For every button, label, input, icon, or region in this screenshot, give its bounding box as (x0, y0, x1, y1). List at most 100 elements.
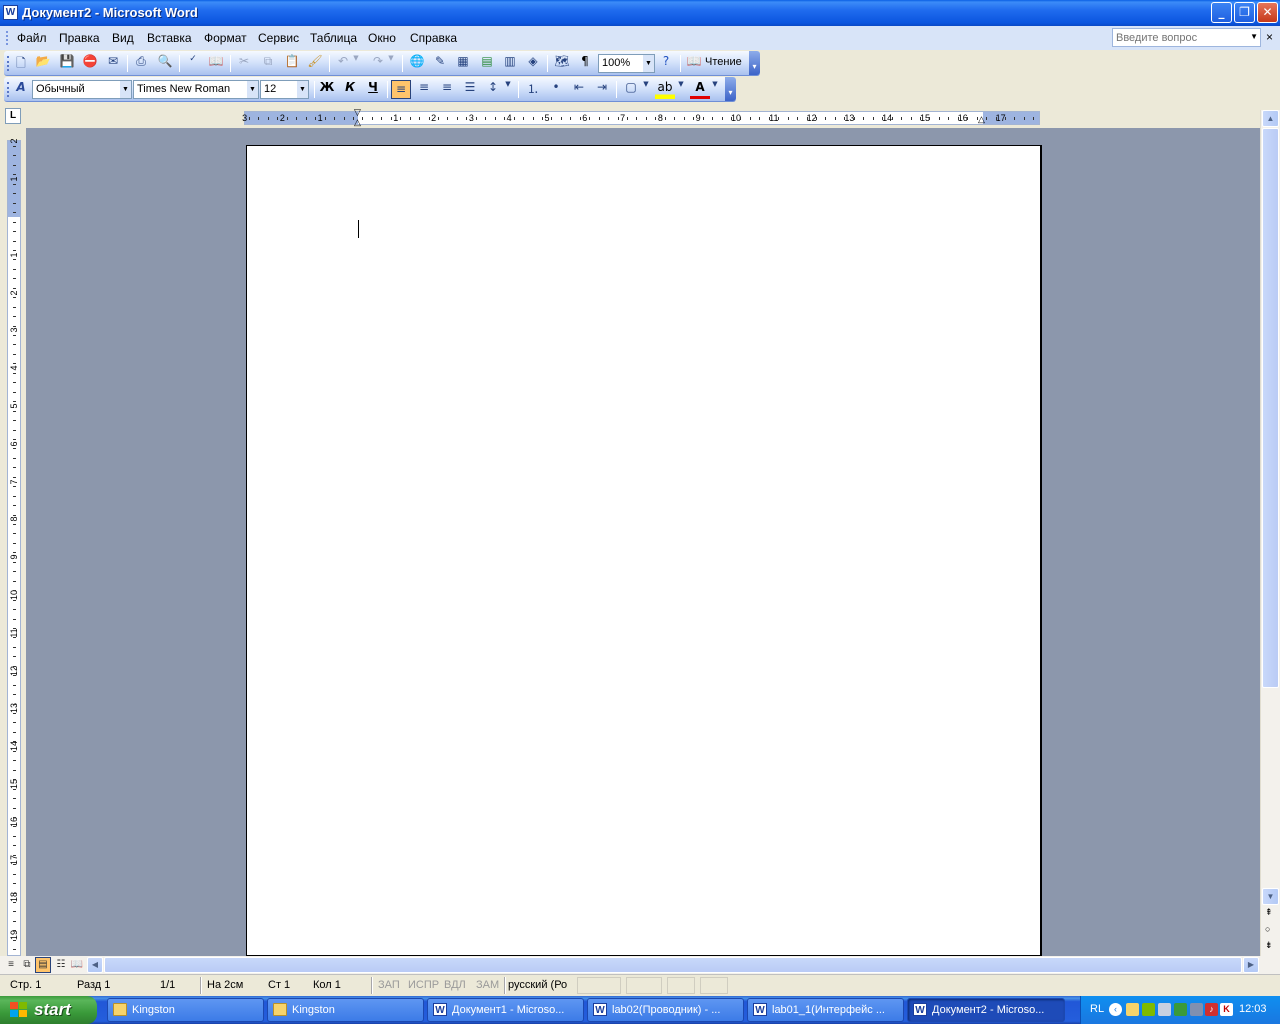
drawing-icon[interactable]: ◈ (523, 54, 543, 73)
help-question-box[interactable]: ▼ (1112, 28, 1261, 47)
taskbar-item-lab02[interactable]: W lab02(Проводник) - ... (587, 998, 744, 1022)
taskbar-item-kingston-2[interactable]: Kingston (267, 998, 424, 1022)
next-page-icon[interactable]: ⇟ (1265, 940, 1273, 951)
open-icon[interactable]: 📂 (33, 54, 53, 73)
language-indicator[interactable]: RL (1090, 1003, 1104, 1015)
borders-dropdown-icon[interactable]: ▼ (641, 80, 651, 99)
format-painter-icon[interactable]: 🖌 (305, 54, 325, 73)
undo-icon[interactable]: ↶ (333, 54, 353, 73)
taskbar-item-document2[interactable]: W Документ2 - Microso... (907, 998, 1065, 1022)
numbering-icon[interactable]: ⒈ (523, 80, 543, 99)
speaker-icon[interactable]: ♪ (1205, 1003, 1218, 1016)
menu-edit[interactable]: Правка (59, 31, 100, 45)
highlight-dropdown-icon[interactable]: ▼ (676, 80, 686, 99)
scroll-up-icon[interactable]: ▲ (1262, 110, 1279, 127)
font-size-combo[interactable]: 12 ▼ (260, 80, 309, 99)
research-icon[interactable]: 📖 (206, 54, 226, 73)
close-document-button[interactable]: × (1266, 30, 1273, 44)
status-track-changes[interactable]: ИСПР (408, 979, 439, 991)
increase-indent-icon[interactable]: ⇥ (592, 80, 612, 99)
style-combo[interactable]: Обычный ▼ (32, 80, 132, 99)
scroll-down-icon[interactable]: ▼ (1262, 888, 1279, 905)
print-layout-icon[interactable]: ▤ (35, 957, 51, 973)
toolbar-options-icon[interactable]: ▾ (725, 77, 736, 101)
minimize-button[interactable]: _ (1211, 2, 1232, 23)
taskbar-item-kingston-1[interactable]: Kingston (107, 998, 264, 1022)
line-spacing-dropdown-icon[interactable]: ▼ (503, 80, 513, 99)
show-hidden-icons-icon[interactable]: ‹ (1109, 1003, 1122, 1016)
bold-button[interactable]: Ж (317, 80, 337, 99)
word-app-icon[interactable]: W (3, 5, 18, 20)
help-icon[interactable]: ? (656, 54, 676, 73)
font-color-icon[interactable]: A (690, 80, 710, 99)
menu-insert[interactable]: Вставка (147, 31, 192, 45)
print-icon[interactable]: ⎙ (131, 54, 151, 73)
vertical-ruler-strip[interactable]: 2 1 1 2 3 4 5 6 7 8 9 10 11 12 13 14 15 16 17 18 19 (7, 139, 21, 956)
tray-device-icon[interactable] (1174, 1003, 1187, 1016)
font-color-dropdown-icon[interactable]: ▼ (710, 80, 720, 99)
menu-help[interactable]: Справка (410, 31, 457, 45)
status-extend[interactable]: ВДЛ (444, 979, 466, 991)
redo-dropdown-icon[interactable]: ▼ (386, 54, 396, 73)
reading-layout-icon[interactable]: 📖 (69, 957, 85, 973)
bullets-icon[interactable]: • (546, 80, 566, 99)
close-button[interactable]: ✕ (1257, 2, 1278, 23)
start-button[interactable]: start (0, 996, 97, 1024)
web-layout-icon[interactable]: ⧉ (19, 957, 35, 973)
print-preview-icon[interactable]: 🔍 (155, 54, 175, 73)
copy-icon[interactable]: ⧉ (258, 54, 278, 73)
font-combo[interactable]: Times New Roman ▼ (133, 80, 259, 99)
borders-icon[interactable]: ▢ (621, 80, 641, 99)
document-page[interactable] (246, 145, 1042, 956)
underline-button[interactable]: Ч (363, 80, 383, 99)
restore-button[interactable]: ❐ (1234, 2, 1255, 23)
scroll-right-icon[interactable]: ▶ (1243, 957, 1259, 973)
tray-kaspersky-icon[interactable]: K (1220, 1003, 1233, 1016)
paste-icon[interactable]: 📋 (282, 54, 302, 73)
zoom-dropdown-icon[interactable]: ▼ (643, 55, 654, 72)
italic-button[interactable]: К (340, 80, 360, 99)
normal-view-icon[interactable]: ≡ (3, 957, 19, 973)
insert-excel-icon[interactable]: ▤ (477, 54, 497, 73)
menu-window[interactable]: Окно (368, 31, 396, 45)
toolbar-options-icon[interactable]: ▾ (749, 51, 760, 75)
menu-view[interactable]: Вид (112, 31, 134, 45)
font-dropdown-icon[interactable]: ▼ (247, 81, 258, 98)
toolbar-grip[interactable] (7, 82, 9, 97)
line-spacing-icon[interactable]: ↕ (483, 80, 503, 99)
menu-file[interactable]: Файл (17, 31, 47, 45)
tab-selector[interactable]: L (5, 108, 21, 124)
toolbar-grip[interactable] (7, 56, 9, 71)
reading-mode-button[interactable]: Чтение (705, 56, 742, 68)
tray-display-icon[interactable] (1190, 1003, 1203, 1016)
insert-table-icon[interactable]: ▦ (453, 54, 473, 73)
scroll-left-icon[interactable]: ◀ (87, 957, 103, 973)
horizontal-scroll-thumb[interactable] (104, 957, 1242, 973)
menu-tools[interactable]: Сервис (258, 31, 299, 45)
tables-borders-icon[interactable]: ✎ (430, 54, 450, 73)
right-indent-icon[interactable]: △ (978, 114, 985, 125)
columns-icon[interactable]: ▥ (500, 54, 520, 73)
justify-icon[interactable]: ☰ (460, 80, 480, 99)
undo-dropdown-icon[interactable]: ▼ (351, 54, 361, 73)
cut-icon[interactable]: ✂ (234, 54, 254, 73)
new-icon[interactable]: 🗋 (11, 54, 31, 73)
highlight-icon[interactable]: ab (655, 80, 675, 99)
align-center-icon[interactable]: ≡ (414, 80, 434, 99)
status-overtype[interactable]: ЗАМ (476, 979, 499, 991)
save-icon[interactable]: 💾 (57, 54, 77, 73)
zoom-combo[interactable]: 100% ▼ (598, 54, 655, 73)
document-map-icon[interactable]: 🗺 (552, 54, 572, 73)
taskbar-item-document1[interactable]: W Документ1 - Microso... (427, 998, 584, 1022)
menu-grip[interactable] (6, 31, 9, 45)
permission-icon[interactable]: ⛔ (80, 54, 100, 73)
hyperlink-icon[interactable]: 🌐 (407, 54, 427, 73)
styles-pane-icon[interactable]: A (11, 80, 31, 99)
outline-view-icon[interactable]: ☷ (53, 957, 69, 973)
reading-icon[interactable]: 📖 (684, 54, 704, 73)
status-record-macro[interactable]: ЗАП (378, 979, 400, 991)
spelling-icon[interactable]: ✓ (183, 54, 203, 73)
help-dropdown-icon[interactable]: ▼ (1250, 32, 1258, 41)
taskbar-item-lab01[interactable]: W lab01_1(Интерфейс ... (747, 998, 904, 1022)
tray-antivirus-icon[interactable] (1142, 1003, 1155, 1016)
